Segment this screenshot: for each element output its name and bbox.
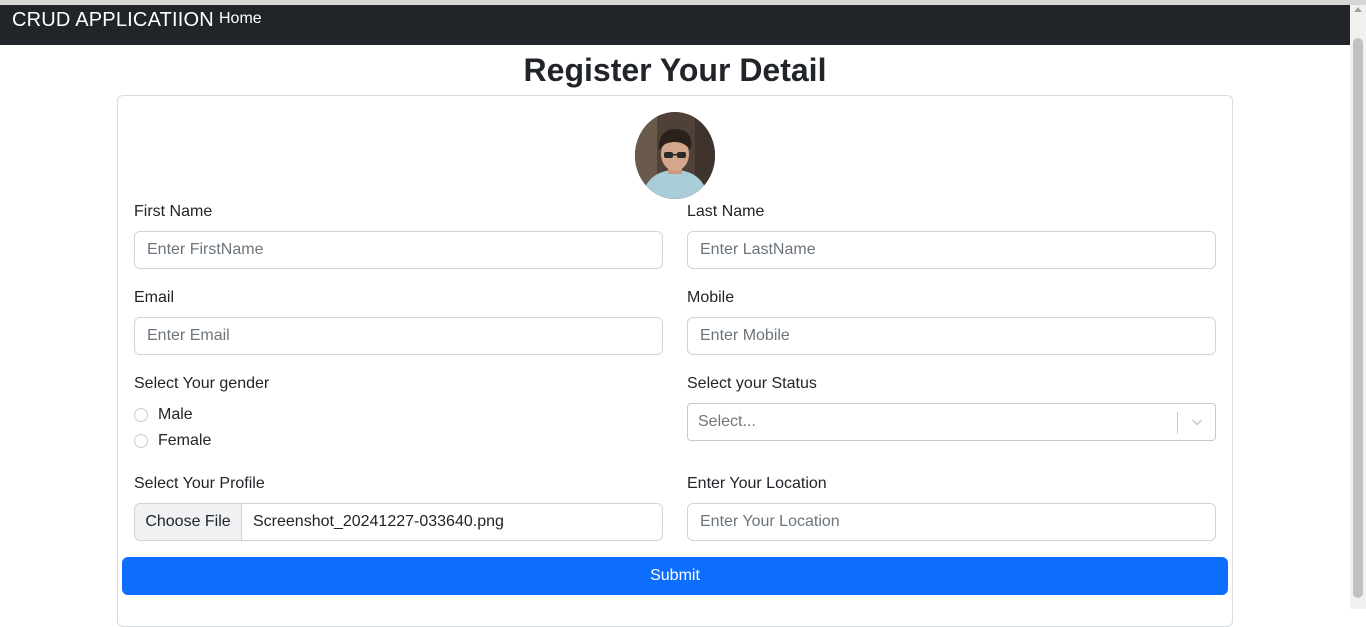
last-name-label: Last Name — [687, 203, 765, 220]
radio-female-label: Female — [158, 432, 212, 449]
submit-button[interactable]: Submit — [122, 557, 1228, 595]
radio-male[interactable] — [134, 408, 148, 422]
page-title: Register Your Detail — [523, 52, 827, 88]
choose-file-button[interactable]: Choose File — [135, 504, 242, 540]
location-label: Enter Your Location — [687, 475, 827, 492]
first-name-label: First Name — [134, 203, 213, 220]
gender-option-female[interactable]: Female — [134, 431, 211, 451]
scroll-up-arrow-icon[interactable] — [1354, 7, 1362, 12]
gender-option-male[interactable]: Male — [134, 405, 193, 425]
nav-link-home[interactable]: Home — [219, 9, 262, 29]
gender-label: Select Your gender — [134, 375, 270, 392]
mobile-input[interactable] — [687, 317, 1216, 355]
selected-file-name: Screenshot_20241227-033640.png — [253, 513, 504, 530]
mobile-label: Mobile — [687, 289, 735, 306]
avatar-photo-icon — [635, 112, 715, 199]
status-select-placeholder: Select... — [698, 413, 756, 430]
email-input[interactable] — [134, 317, 663, 355]
email-label: Email — [134, 289, 175, 306]
select-separator — [1177, 412, 1178, 434]
status-label: Select your Status — [687, 375, 817, 392]
vertical-scrollbar[interactable] — [1350, 5, 1366, 609]
first-name-input[interactable] — [134, 231, 663, 269]
profile-file-input[interactable]: Choose File Screenshot_20241227-033640.p… — [134, 503, 663, 541]
navbar: CRUD APPLICATIION Home — [0, 5, 1350, 45]
radio-male-label: Male — [158, 406, 193, 423]
profile-avatar — [635, 112, 715, 199]
scrollbar-thumb[interactable] — [1353, 38, 1363, 598]
location-input[interactable] — [687, 503, 1216, 541]
profile-label: Select Your Profile — [134, 475, 265, 492]
status-select[interactable]: Select... — [687, 403, 1216, 441]
chevron-down-icon[interactable] — [1189, 414, 1205, 430]
radio-female[interactable] — [134, 434, 148, 448]
navbar-brand[interactable]: CRUD APPLICATIION — [12, 8, 214, 32]
last-name-input[interactable] — [687, 231, 1216, 269]
